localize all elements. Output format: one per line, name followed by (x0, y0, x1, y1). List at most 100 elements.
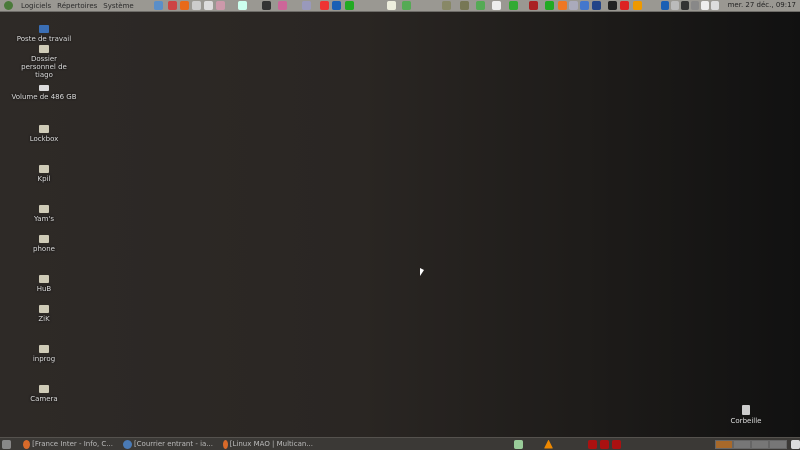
desktop-icon-label: inprog (32, 355, 56, 363)
desktop-icon-label: Volume de 486 GB (11, 93, 77, 101)
drop-icon[interactable] (558, 1, 567, 10)
taskbar-item-label: [Linux MAO | Multican... (229, 440, 313, 448)
trash-icon (742, 405, 750, 415)
calendar-icon[interactable] (580, 1, 589, 10)
desktop-icon[interactable]: Poste de travail (9, 25, 79, 43)
printer-icon[interactable] (204, 1, 213, 10)
desktop-icon[interactable]: Kpil (9, 165, 79, 183)
menu-logiciels[interactable]: Logiciels (21, 2, 51, 10)
desktop-icon[interactable]: ZiK (9, 305, 79, 323)
desktop-icon-label: Poste de travail (16, 35, 72, 43)
thunderbird-icon (123, 439, 132, 449)
desktop-icon[interactable]: Camera (9, 385, 79, 403)
workspace-3[interactable] (751, 440, 769, 449)
red-app-icon-3[interactable] (612, 439, 621, 449)
workspace-1[interactable] (715, 440, 733, 449)
desktop-icon[interactable]: Lockbox (9, 125, 79, 143)
document-icon[interactable] (238, 1, 247, 10)
desktop-icon[interactable]: inprog (9, 345, 79, 363)
folder-icon (39, 125, 49, 133)
wireless-icon[interactable] (345, 1, 354, 10)
folder-icon (39, 235, 49, 243)
show-desktop-icon[interactable] (2, 439, 11, 449)
desktop-icon-label: ZiK (38, 315, 50, 323)
folder-icon (39, 345, 49, 353)
red-app-icon-1[interactable] (588, 439, 597, 449)
taskbar-item[interactable]: [France Inter - Info, C... (21, 439, 113, 449)
warning-icon[interactable] (620, 1, 629, 10)
bug-icon[interactable] (168, 1, 177, 10)
desktop-icon-label: HuB (36, 285, 52, 293)
vlc-icon[interactable] (544, 439, 553, 449)
refresh-icon[interactable] (476, 1, 485, 10)
desktop-icon-label: Dossier personnel de tiago (21, 55, 67, 79)
media-player-icon[interactable] (216, 1, 225, 10)
desktop-icon-label: phone (33, 245, 55, 253)
user-icon[interactable] (711, 1, 719, 10)
workspace-4[interactable] (769, 440, 787, 449)
terminal-icon[interactable] (262, 1, 271, 10)
clock[interactable]: mer. 27 déc., 09:17 (728, 1, 796, 9)
mouse-cursor (420, 268, 424, 276)
menu-systeme[interactable]: Système (103, 2, 133, 10)
main-menu-icon[interactable] (4, 1, 13, 10)
workspace-2[interactable] (733, 440, 751, 449)
folder-icon (39, 275, 49, 283)
menu-repertoires[interactable]: Répertoires (57, 2, 97, 10)
red-app-icon-2[interactable] (600, 439, 609, 449)
taskbar-item[interactable]: [Linux MAO | Multican... (221, 439, 313, 449)
tool-icon[interactable] (442, 1, 451, 10)
network-icon[interactable] (402, 1, 411, 10)
taskbar-item-label: [Courrier entrant - ia... (133, 440, 213, 448)
volume-icon[interactable] (691, 1, 699, 10)
battery-icon[interactable] (681, 1, 689, 10)
ubuntu-tweak-icon[interactable] (514, 439, 523, 449)
folder-icon (39, 305, 49, 313)
desktop-icon-label: Camera (30, 395, 58, 403)
drive-icon (39, 85, 49, 91)
desktop-icon[interactable]: Yam's (9, 205, 79, 223)
settings-icon[interactable] (569, 1, 578, 10)
desktop-icon[interactable]: Volume de 486 GB (9, 85, 79, 101)
bottom-panel: [France Inter - Info, C... [Courrier entr… (0, 437, 800, 450)
panda-icon[interactable] (492, 1, 501, 10)
microphone-icon[interactable] (302, 1, 311, 10)
taskbar-item[interactable]: [Courrier entrant - ia... (121, 439, 213, 449)
mic-tray-icon[interactable] (671, 1, 679, 10)
folder-icon (39, 385, 49, 393)
folder-icon (39, 165, 49, 173)
pulse-icon[interactable] (529, 1, 538, 10)
weather-icon[interactable] (387, 1, 396, 10)
folder-icon (39, 205, 49, 213)
desktop-icon[interactable]: Dossier personnel de tiago (9, 45, 79, 79)
meter-icon[interactable] (509, 1, 518, 10)
coffee-icon[interactable] (460, 1, 469, 10)
system-tray (660, 1, 720, 10)
firefox-icon (23, 439, 31, 449)
firefox-icon (223, 439, 228, 449)
home-folder-icon (39, 45, 49, 53)
gimp-icon[interactable] (192, 1, 201, 10)
hp-tray-icon[interactable] (661, 1, 669, 10)
headphones-icon[interactable] (633, 1, 642, 10)
top-panel: Logiciels Répertoires Système mer. 27 dé… (0, 0, 800, 12)
workspace-switcher[interactable] (715, 440, 787, 449)
taskbar-item-label: [France Inter - Info, C... (32, 440, 113, 448)
web-browser-icon[interactable] (154, 1, 163, 10)
pen-icon[interactable] (608, 1, 617, 10)
hp-icon[interactable] (332, 1, 341, 10)
desktop-icon-trash[interactable]: Corbeille (711, 405, 781, 425)
key-icon[interactable] (701, 1, 709, 10)
pdf-icon[interactable] (320, 1, 329, 10)
music-icon[interactable] (545, 1, 554, 10)
computer-icon (39, 25, 49, 33)
task-list: [France Inter - Info, C... [Courrier entr… (13, 439, 313, 449)
firefox-icon[interactable] (180, 1, 189, 10)
desktop-icon-label: Lockbox (29, 135, 59, 143)
trash-applet-icon[interactable] (791, 439, 800, 449)
desktop-icon-label: Kpil (37, 175, 51, 183)
eye-icon[interactable] (278, 1, 287, 10)
desktop-icon[interactable]: HuB (9, 275, 79, 293)
desktop-icon[interactable]: phone (9, 235, 79, 253)
monitor-icon[interactable] (592, 1, 601, 10)
